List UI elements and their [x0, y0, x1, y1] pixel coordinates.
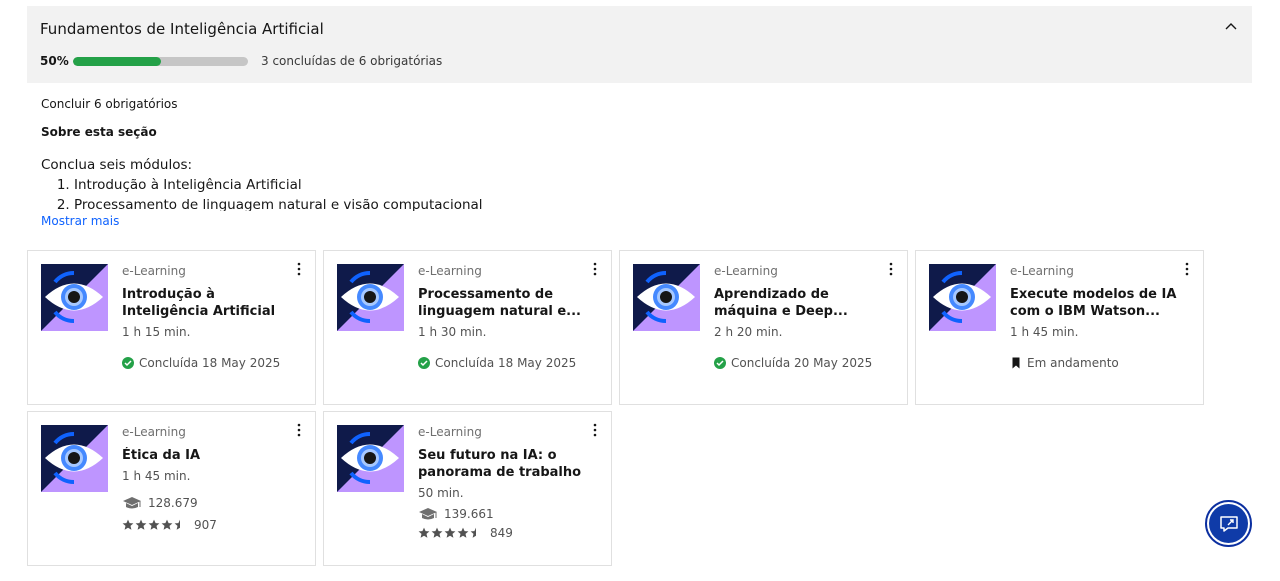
checkmark-filled-icon	[122, 357, 134, 369]
star-icon	[148, 519, 160, 530]
course-card[interactable]: e-Learning Introdução à Inteligência Art…	[27, 250, 316, 405]
course-type: e-Learning	[122, 425, 186, 439]
star-rating	[418, 527, 482, 539]
course-thumbnail	[41, 425, 108, 492]
ai-eye-icon	[337, 425, 404, 492]
ai-eye-icon	[633, 264, 700, 331]
chat-button-inner	[1209, 504, 1248, 543]
course-type: e-Learning	[1010, 264, 1074, 278]
ai-eye-icon	[41, 264, 108, 331]
course-status: Concluída 18 May 2025	[122, 356, 280, 370]
course-thumbnail	[41, 264, 108, 331]
star-rating	[122, 519, 186, 531]
overflow-menu-icon[interactable]	[294, 423, 304, 437]
chevron-up-icon[interactable]	[1224, 20, 1238, 34]
course-type: e-Learning	[418, 425, 482, 439]
about-title: Sobre esta seção	[41, 125, 157, 139]
course-title[interactable]: Aprendizado de máquina e Deep...	[714, 286, 889, 320]
section-title: Fundamentos de Inteligência Artificial	[40, 20, 324, 38]
course-title[interactable]: Execute modelos de IA com o IBM Watson..…	[1010, 286, 1185, 320]
checkmark-filled-icon	[418, 357, 430, 369]
rating-count: 849	[490, 526, 513, 540]
course-rating: 849	[418, 526, 513, 540]
chat-button[interactable]	[1205, 500, 1252, 547]
education-cap-icon	[123, 497, 141, 509]
rating-count: 907	[194, 518, 217, 532]
progress-bar-fill	[73, 57, 161, 66]
course-duration: 50 min.	[418, 486, 464, 500]
education-cap-icon	[419, 508, 437, 520]
course-title[interactable]: Processamento de linguagem natural e...	[418, 286, 593, 320]
course-duration: 1 h 30 min.	[418, 325, 487, 339]
progress-percent: 50%	[40, 54, 69, 68]
course-status-label: Concluída 20 May 2025	[731, 356, 873, 370]
learners-count: 139.661	[444, 507, 494, 521]
course-title[interactable]: Introdução à Inteligência Artificial	[122, 286, 297, 320]
course-card[interactable]: e-Learning Ética da IA 1 h 45 min. 128.6…	[27, 411, 316, 566]
course-card[interactable]: e-Learning Seu futuro na IA: o panorama …	[323, 411, 612, 566]
course-card[interactable]: e-Learning Processamento de linguagem na…	[323, 250, 612, 405]
star-icon	[431, 527, 443, 538]
learners-count: 128.679	[148, 496, 198, 510]
course-duration: 1 h 45 min.	[1010, 325, 1079, 339]
course-title[interactable]: Seu futuro na IA: o panorama de trabalho	[418, 447, 593, 481]
star-icon	[161, 519, 173, 530]
course-learners: 139.661	[418, 507, 494, 521]
about-intro: Conclua seis módulos:	[41, 157, 193, 173]
bookmark-icon	[1012, 357, 1020, 369]
course-duration: 1 h 15 min.	[122, 325, 191, 339]
star-icon	[122, 519, 134, 530]
star-icon	[174, 519, 180, 530]
overflow-menu-icon[interactable]	[1182, 262, 1192, 276]
course-type: e-Learning	[714, 264, 778, 278]
course-duration: 1 h 45 min.	[122, 469, 191, 483]
ai-eye-icon	[337, 264, 404, 331]
course-learners: 128.679	[122, 496, 198, 510]
star-icon	[444, 527, 456, 538]
progress-bar	[73, 57, 248, 66]
course-status-label: Concluída 18 May 2025	[435, 356, 577, 370]
module-list: Introdução à Inteligência Artificial Pro…	[74, 175, 741, 211]
course-thumbnail	[929, 264, 996, 331]
course-thumbnail	[337, 425, 404, 492]
show-more-link[interactable]: Mostrar mais	[41, 214, 119, 228]
course-card[interactable]: e-Learning Aprendizado de máquina e Deep…	[619, 250, 908, 405]
course-rating: 907	[122, 518, 217, 532]
course-status: Concluída 18 May 2025	[418, 356, 576, 370]
section-header[interactable]: Fundamentos de Inteligência Artificial 5…	[27, 6, 1252, 83]
star-icon	[457, 527, 469, 538]
course-title[interactable]: Ética da IA	[122, 447, 297, 464]
about-body: Conclua seis módulos: Introdução à Intel…	[41, 155, 741, 211]
module-list-item: Introdução à Inteligência Artificial	[74, 175, 741, 195]
course-thumbnail	[633, 264, 700, 331]
overflow-menu-icon[interactable]	[886, 262, 896, 276]
course-status: Concluída 20 May 2025	[714, 356, 872, 370]
required-text: Concluir 6 obrigatórios	[41, 97, 178, 111]
star-icon	[418, 527, 430, 538]
ai-eye-icon	[41, 425, 108, 492]
course-thumbnail	[337, 264, 404, 331]
course-duration: 2 h 20 min.	[714, 325, 783, 339]
course-status-label: Em andamento	[1027, 356, 1119, 370]
ai-eye-icon	[929, 264, 996, 331]
course-status: Em andamento	[1010, 356, 1119, 370]
star-icon	[135, 519, 147, 530]
course-type: e-Learning	[122, 264, 186, 278]
course-status-label: Concluída 18 May 2025	[139, 356, 281, 370]
overflow-menu-icon[interactable]	[590, 423, 600, 437]
checkmark-filled-icon	[714, 357, 726, 369]
course-card[interactable]: e-Learning Execute modelos de IA com o I…	[915, 250, 1204, 405]
overflow-menu-icon[interactable]	[590, 262, 600, 276]
chat-launch-icon	[1219, 515, 1238, 532]
star-icon	[470, 527, 476, 538]
overflow-menu-icon[interactable]	[294, 262, 304, 276]
course-type: e-Learning	[418, 264, 482, 278]
progress-text: 3 concluídas de 6 obrigatórias	[261, 54, 443, 68]
module-list-item: Processamento de linguagem natural e vis…	[74, 195, 741, 211]
